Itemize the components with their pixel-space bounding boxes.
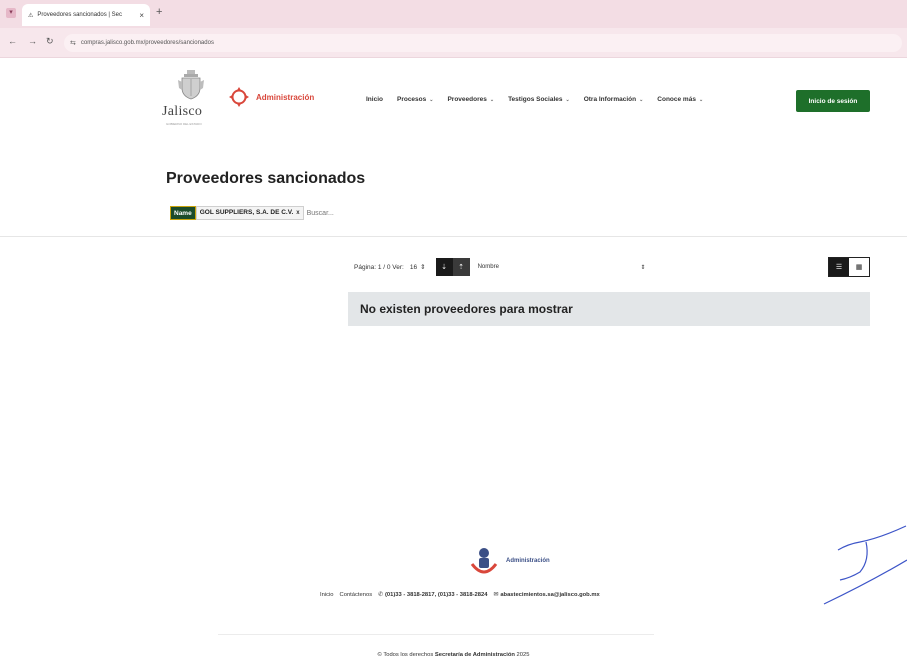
sort-descending-icon[interactable]: ⇡ [452, 258, 470, 276]
administracion-logo[interactable]: Administración [228, 86, 314, 108]
nav-item-otra-informacion[interactable]: Otra Información ⌄ [584, 96, 644, 103]
jalisco-wordmark: Jalisco [162, 104, 203, 119]
copyright-prefix: © Todos los derechos [377, 652, 434, 658]
administracion-wordmark: Administración [256, 92, 315, 102]
forward-icon[interactable]: → [28, 36, 37, 46]
tab-favicon-icon: ⚠ [28, 12, 34, 19]
chevron-down-icon: ⌄ [565, 96, 570, 103]
footer-phone-numbers: (01)33 - 3818-2817, (01)33 - 3818-2824 [384, 592, 488, 598]
footer-link-contactenos[interactable]: Contáctenos [340, 592, 373, 598]
browser-tabbar: ▾ ⚠ Proveedores sancionados | Sec × + [0, 0, 907, 28]
back-icon[interactable]: ← [8, 36, 17, 46]
copyright: © Todos los derechos Secretaría de Admin… [0, 652, 907, 658]
nav-item-conoce-mas[interactable]: Conoce más ⌄ [657, 96, 703, 103]
filter-field-tag: Name [170, 206, 196, 220]
per-page-value: 16 [409, 263, 418, 271]
chevron-down-icon: ⌄ [639, 96, 644, 103]
sort-field-value: Nombre [477, 264, 499, 270]
view-mode-group: ☰ ▦ [828, 257, 870, 277]
select-arrows-icon: ⇕ [420, 264, 426, 271]
copyright-year: 2025 [516, 652, 530, 658]
tab-close-icon[interactable]: × [139, 11, 144, 20]
browser-tab[interactable]: ⚠ Proveedores sancionados | Sec × [22, 4, 150, 26]
grid-view-icon[interactable]: ▦ [849, 258, 869, 276]
nav-label: Testigos Sociales [508, 96, 563, 103]
footer-email[interactable]: ✉ abastecimientos.sa@jalisco.gob.mx [493, 592, 599, 598]
sort-direction-group: ⇣ ⇡ [435, 258, 470, 276]
per-page-select[interactable]: 16 ⇕ [409, 263, 426, 272]
envelope-icon: ✉ [493, 592, 499, 598]
phone-icon: ✆ [378, 592, 383, 598]
remove-filter-icon[interactable]: x [296, 207, 299, 219]
pagination-info: Página: 1 / 0 Ver: [354, 263, 404, 271]
jalisco-crest-icon [178, 70, 204, 100]
main-nav: Inicio Procesos ⌄ Proveedores ⌄ Testigos… [366, 96, 703, 103]
footer-administracion-wordmark: Administración [506, 558, 550, 564]
chevron-down-icon: ⌄ [489, 96, 495, 103]
tab-title: Proveedores sancionados | Sec [37, 12, 122, 18]
nav-label: Otra Información [583, 96, 637, 103]
list-view-icon[interactable]: ☰ [829, 258, 849, 276]
filter-chip[interactable]: GOL SUPPLIERS, S.A. DE C.V. x [195, 206, 304, 220]
page-title: Proveedores sancionados [166, 170, 366, 187]
nav-label: Procesos [396, 96, 427, 103]
nav-item-procesos[interactable]: Procesos ⌄ [397, 96, 433, 103]
footer-divider [218, 634, 654, 635]
divider [0, 236, 907, 237]
tab-search-icon[interactable]: ▾ [6, 8, 16, 18]
reload-icon[interactable]: ↻ [46, 36, 54, 47]
results-toolbar: Página: 1 / 0 Ver: 16 ⇕ ⇣ ⇡ Nombre ⇕ ☰ ▦ [354, 257, 870, 277]
footer-phones: ✆ (01)33 - 3818-2817, (01)33 - 3818-2824 [378, 592, 487, 598]
address-bar: ← → ↻ ⇆ compras.jalisco.gob.mx/proveedor… [0, 28, 907, 58]
jalisco-logo[interactable]: Jalisco GOBIERNO DEL ESTADO [162, 70, 222, 130]
footer-email-address: abastecimientos.sa@jalisco.gob.mx [500, 592, 600, 598]
sort-ascending-icon[interactable]: ⇣ [435, 258, 453, 276]
filter-chip-value: GOL SUPPLIERS, S.A. DE C.V. [199, 209, 294, 216]
login-button[interactable]: Inicio de sesión [796, 90, 870, 112]
nav-label: Conoce más [657, 96, 696, 103]
filter-bar: Name GOL SUPPLIERS, S.A. DE C.V. x [170, 206, 724, 220]
pen-scribble [823, 525, 907, 605]
jalisco-subtitle: GOBIERNO DEL ESTADO [166, 122, 202, 126]
empty-state: No existen proveedores para mostrar [348, 292, 870, 326]
site-info-icon[interactable]: ⇆ [70, 39, 76, 47]
url-text[interactable]: compras.jalisco.gob.mx/proveedores/sanci… [81, 40, 214, 46]
select-arrows-icon: ⇕ [640, 264, 646, 271]
chevron-down-icon: ⌄ [429, 96, 434, 103]
administracion-mark-icon [229, 87, 249, 107]
new-tab-button[interactable]: + [156, 6, 162, 18]
empty-state-message: No existen proveedores para mostrar [360, 302, 573, 316]
sort-field-select[interactable]: Nombre ⇕ [478, 264, 646, 271]
url-field[interactable]: ⇆ compras.jalisco.gob.mx/proveedores/san… [64, 34, 902, 52]
nav-label: Inicio [366, 96, 383, 103]
footer-link-inicio[interactable]: Inicio [320, 592, 334, 598]
footer-administracion-logo[interactable]: Administración [470, 546, 550, 576]
nav-item-testigos-sociales[interactable]: Testigos Sociales ⌄ [508, 96, 570, 103]
administracion-emblem-icon [470, 548, 498, 574]
nav-label: Proveedores [447, 96, 487, 103]
search-input[interactable] [303, 206, 724, 220]
chevron-down-icon: ⌄ [698, 96, 704, 103]
nav-item-proveedores[interactable]: Proveedores ⌄ [447, 96, 494, 103]
footer-links: Inicio Contáctenos ✆ (01)33 - 3818-2817,… [320, 592, 600, 598]
copyright-org: Secretaría de Administración [434, 652, 515, 658]
nav-item-inicio[interactable]: Inicio [366, 96, 383, 103]
